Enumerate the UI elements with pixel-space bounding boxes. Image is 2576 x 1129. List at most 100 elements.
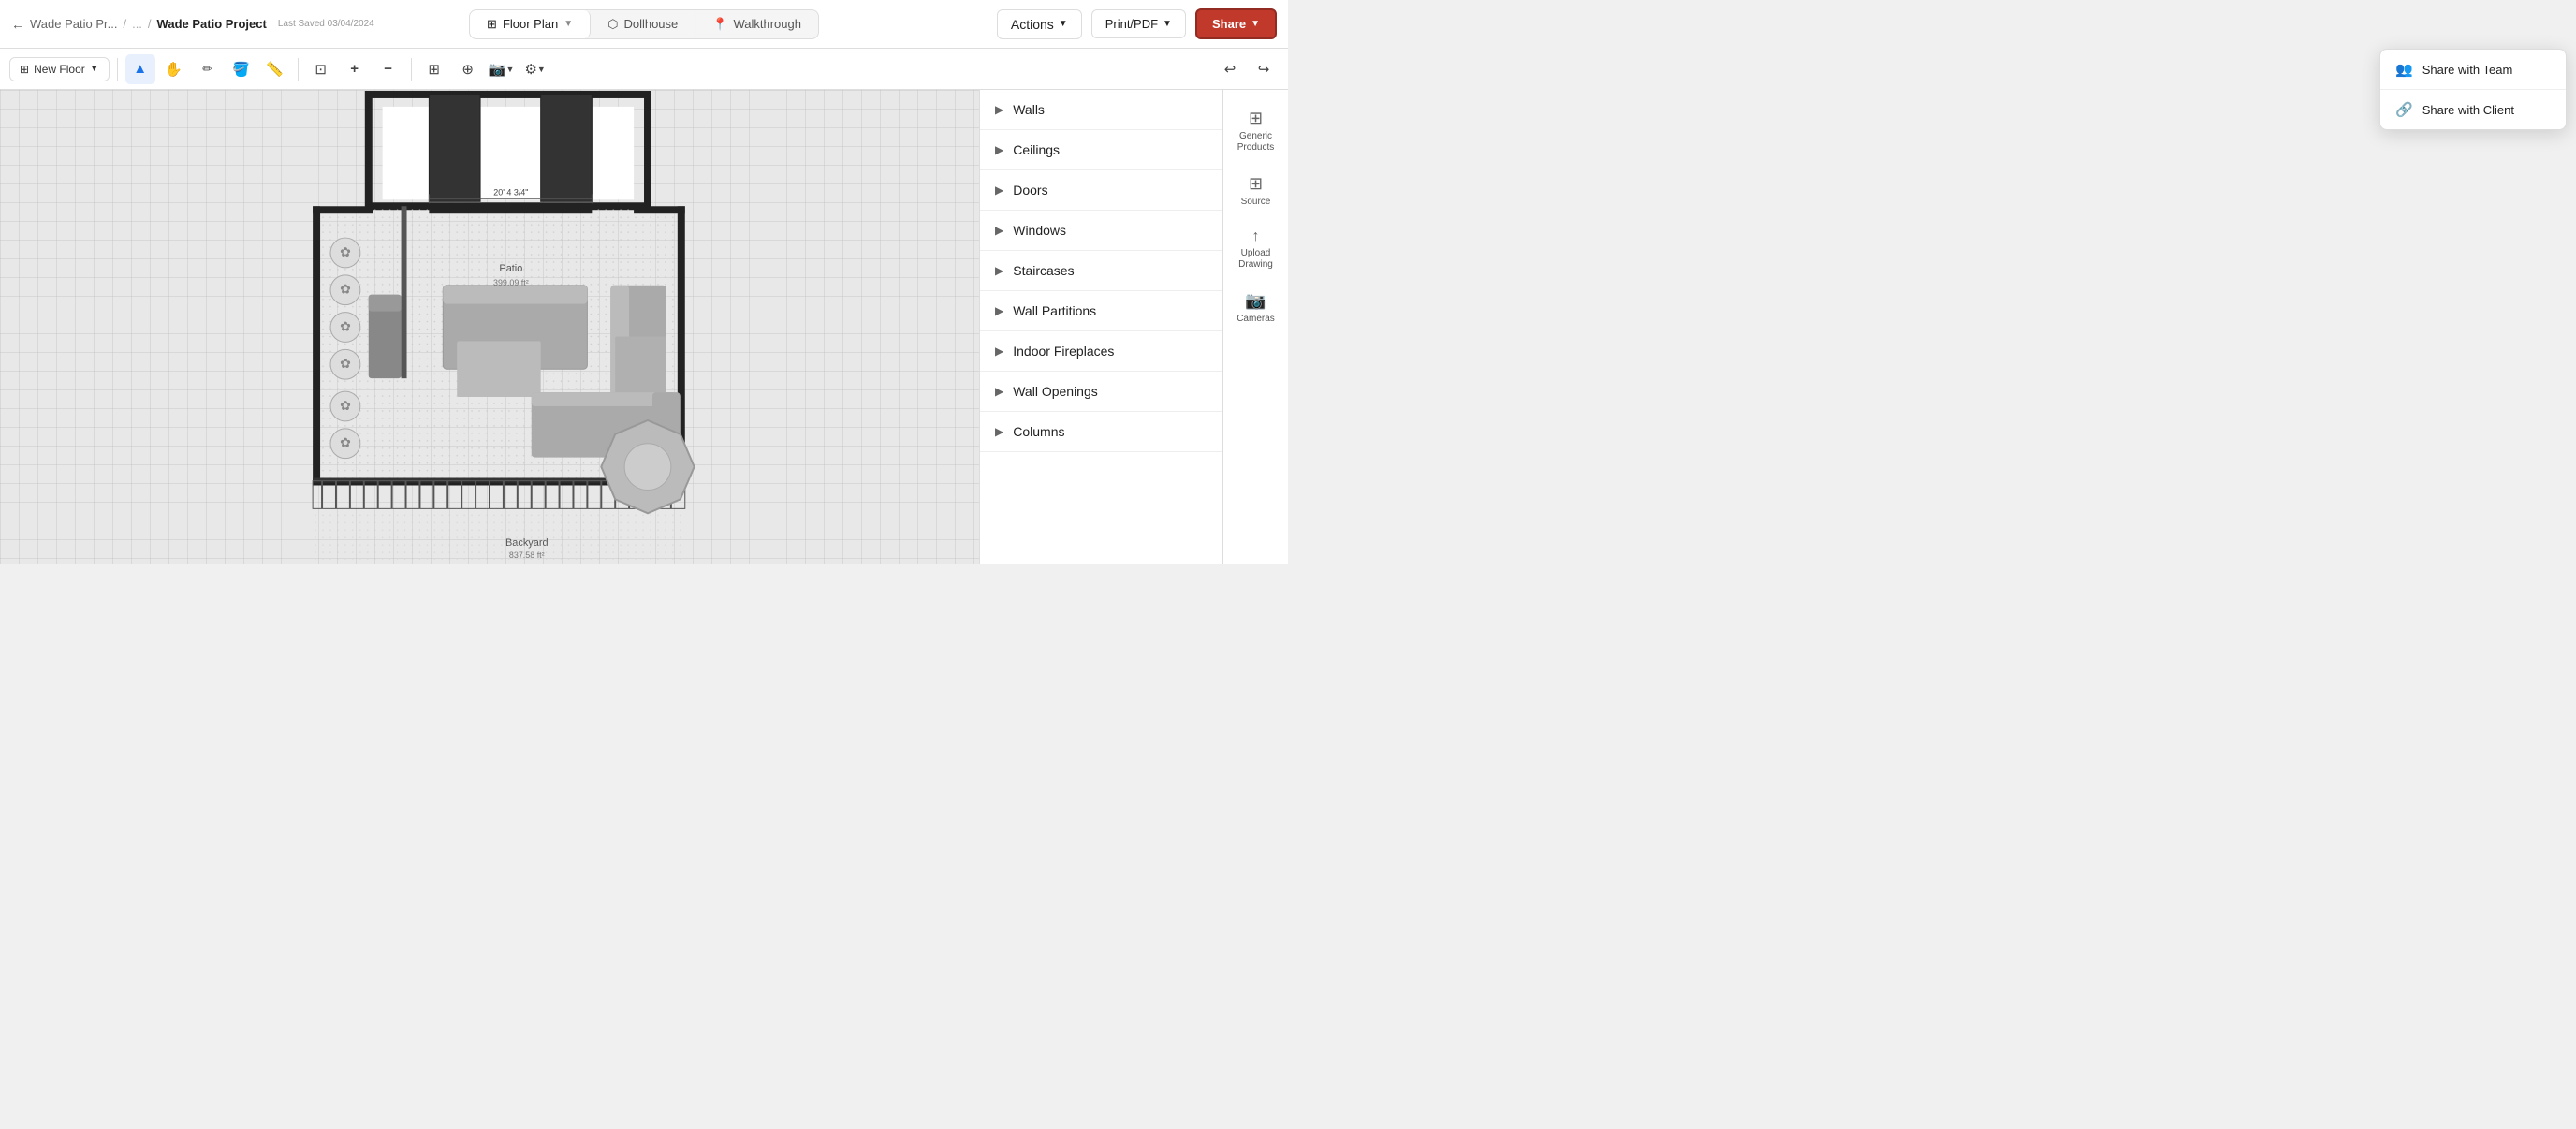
floor-plan-dropdown-icon: ▼ <box>564 19 573 29</box>
svg-text:✿: ✿ <box>340 282 351 297</box>
fit-view-button[interactable]: ⊡ <box>306 54 336 84</box>
svg-text:399.09 ft²: 399.09 ft² <box>493 278 529 287</box>
breadcrumb-sep1: / <box>123 17 126 31</box>
header: ← Wade Patio Pr... / ... / Wade Patio Pr… <box>0 0 1288 49</box>
actions-button[interactable]: Actions ▼ <box>997 9 1082 39</box>
panel-section-columns[interactable]: ▶ Columns <box>980 412 1222 452</box>
tab-floor-plan[interactable]: ⊞ Floor Plan ▼ <box>470 10 591 38</box>
svg-text:✿: ✿ <box>340 356 351 371</box>
panel-section-indoor-fireplaces[interactable]: ▶ Indoor Fireplaces <box>980 331 1222 372</box>
share-client-icon: 🔗 <box>2395 101 2413 118</box>
draw-wall-button[interactable]: ✏ <box>193 54 223 84</box>
share-with-team-item[interactable]: 👥 Share with Team <box>2380 50 2566 89</box>
zoom-out-icon: − <box>384 61 392 77</box>
source-icon: ⊞ <box>1249 174 1263 194</box>
paint-button[interactable]: 🪣 <box>227 54 256 84</box>
zoom-in-icon: + <box>350 61 359 77</box>
divider1 <box>117 58 118 81</box>
breadcrumb-ellipsis: ... <box>132 17 142 31</box>
snap-button[interactable]: ⊞ <box>419 54 449 84</box>
walls-chevron-icon: ▶ <box>995 103 1003 116</box>
breadcrumb-current: Wade Patio Project <box>157 17 267 31</box>
floor-plan-svg: ✿ ✿ ✿ ✿ ✿ ✿ <box>0 90 979 564</box>
pan-tool-button[interactable]: ✋ <box>159 54 189 84</box>
toolbar: ⊞ New Floor ▼ ▲ ✋ ✏ 🪣 📏 ⊡ + − ⊞ ⊕ 📷 ▼ <box>0 49 1288 90</box>
panel-section-ceilings[interactable]: ▶ Ceilings <box>980 130 1222 170</box>
position-icon: ⊕ <box>461 61 474 78</box>
measure-button[interactable]: 📏 <box>260 54 290 84</box>
header-right: Actions ▼ Print/PDF ▼ Share ▼ <box>997 8 1277 39</box>
floor-plan-icon: ⊞ <box>487 17 497 32</box>
main-area: ✿ ✿ ✿ ✿ ✿ ✿ <box>0 90 1288 564</box>
camera-chevron-icon: ▼ <box>506 65 515 74</box>
far-right-panel: ⊞ Generic Products ⊞ Source ↑ Upload Dra… <box>1222 90 1288 564</box>
columns-chevron-icon: ▶ <box>995 425 1003 438</box>
share-team-icon: 👥 <box>2395 61 2413 78</box>
divider2 <box>298 58 299 81</box>
breadcrumb-item1[interactable]: Wade Patio Pr... <box>30 17 117 31</box>
share-button[interactable]: Share ▼ <box>1195 8 1277 39</box>
upload-drawing-button[interactable]: ↑ Upload Drawing <box>1226 219 1286 280</box>
svg-text:✿: ✿ <box>340 435 351 450</box>
cameras-button[interactable]: 📷 Cameras <box>1226 282 1286 334</box>
right-panel: ▶ Walls ▶ Ceilings ▶ Doors ▶ Windows ▶ S… <box>979 90 1222 564</box>
view-tabs: ⊞ Floor Plan ▼ ⬡ Dollhouse 📍 Walkthrough <box>469 9 819 39</box>
svg-text:✿: ✿ <box>340 244 351 259</box>
windows-chevron-icon: ▶ <box>995 224 1003 237</box>
upload-icon: ↑ <box>1252 228 1260 245</box>
settings-chevron-icon: ▼ <box>537 65 546 74</box>
position-button[interactable]: ⊕ <box>453 54 483 84</box>
draw-icon: ✏ <box>202 62 212 77</box>
zoom-in-button[interactable]: + <box>340 54 370 84</box>
settings-icon: ⚙ <box>524 61 536 78</box>
layers-icon: ⊞ <box>20 63 29 76</box>
ceilings-chevron-icon: ▶ <box>995 143 1003 156</box>
staircases-chevron-icon: ▶ <box>995 264 1003 277</box>
camera-toolbar-icon: 📷 <box>489 61 506 78</box>
breadcrumb-sep2: / <box>148 17 152 31</box>
divider3 <box>411 58 412 81</box>
doors-chevron-icon: ▶ <box>995 183 1003 197</box>
generic-products-button[interactable]: ⊞ Generic Products <box>1226 99 1286 163</box>
panel-section-wall-openings[interactable]: ▶ Wall Openings <box>980 372 1222 412</box>
print-pdf-button[interactable]: Print/PDF ▼ <box>1091 9 1186 38</box>
paint-icon: 🪣 <box>232 61 250 78</box>
snap-icon: ⊞ <box>428 61 440 78</box>
zoom-out-button[interactable]: − <box>373 54 403 84</box>
undo-icon: ↩ <box>1224 61 1237 78</box>
camera-button[interactable]: 📷 ▼ <box>487 54 517 84</box>
walkthrough-icon: 📍 <box>712 17 727 32</box>
svg-text:20' 4 3/4": 20' 4 3/4" <box>493 187 528 197</box>
wall-partitions-chevron-icon: ▶ <box>995 304 1003 317</box>
panel-section-walls[interactable]: ▶ Walls <box>980 90 1222 130</box>
settings-button[interactable]: ⚙ ▼ <box>520 54 550 84</box>
panel-section-doors[interactable]: ▶ Doors <box>980 170 1222 211</box>
redo-icon: ↪ <box>1258 61 1270 78</box>
breadcrumb: ← Wade Patio Pr... / ... / Wade Patio Pr… <box>11 17 374 32</box>
new-floor-chevron-icon: ▼ <box>90 64 99 74</box>
undo-button[interactable]: ↩ <box>1215 54 1245 84</box>
back-icon[interactable]: ← <box>11 17 24 32</box>
share-chevron-icon: ▼ <box>1251 19 1260 29</box>
share-dropdown-menu: 👥 Share with Team 🔗 Share with Client <box>2379 49 2567 130</box>
panel-section-windows[interactable]: ▶ Windows <box>980 211 1222 251</box>
panel-section-wall-partitions[interactable]: ▶ Wall Partitions <box>980 291 1222 331</box>
wall-openings-chevron-icon: ▶ <box>995 385 1003 398</box>
select-icon: ▲ <box>133 61 147 77</box>
cameras-icon: 📷 <box>1245 291 1266 311</box>
panel-section-staircases[interactable]: ▶ Staircases <box>980 251 1222 291</box>
canvas-area[interactable]: ✿ ✿ ✿ ✿ ✿ ✿ <box>0 90 979 564</box>
share-with-client-item[interactable]: 🔗 Share with Client <box>2380 90 2566 129</box>
select-tool-button[interactable]: ▲ <box>125 54 155 84</box>
source-button[interactable]: ⊞ Source <box>1226 165 1286 217</box>
generic-products-icon: ⊞ <box>1249 109 1263 128</box>
redo-button[interactable]: ↪ <box>1249 54 1279 84</box>
tab-dollhouse[interactable]: ⬡ Dollhouse <box>591 10 695 38</box>
actions-chevron-icon: ▼ <box>1059 19 1068 29</box>
svg-text:✿: ✿ <box>340 318 351 333</box>
new-floor-button[interactable]: ⊞ New Floor ▼ <box>9 57 110 81</box>
undo-redo-group: ↩ ↪ <box>1215 54 1279 84</box>
measure-icon: 📏 <box>266 61 284 78</box>
svg-text:✿: ✿ <box>340 398 351 413</box>
tab-walkthrough[interactable]: 📍 Walkthrough <box>695 10 818 38</box>
